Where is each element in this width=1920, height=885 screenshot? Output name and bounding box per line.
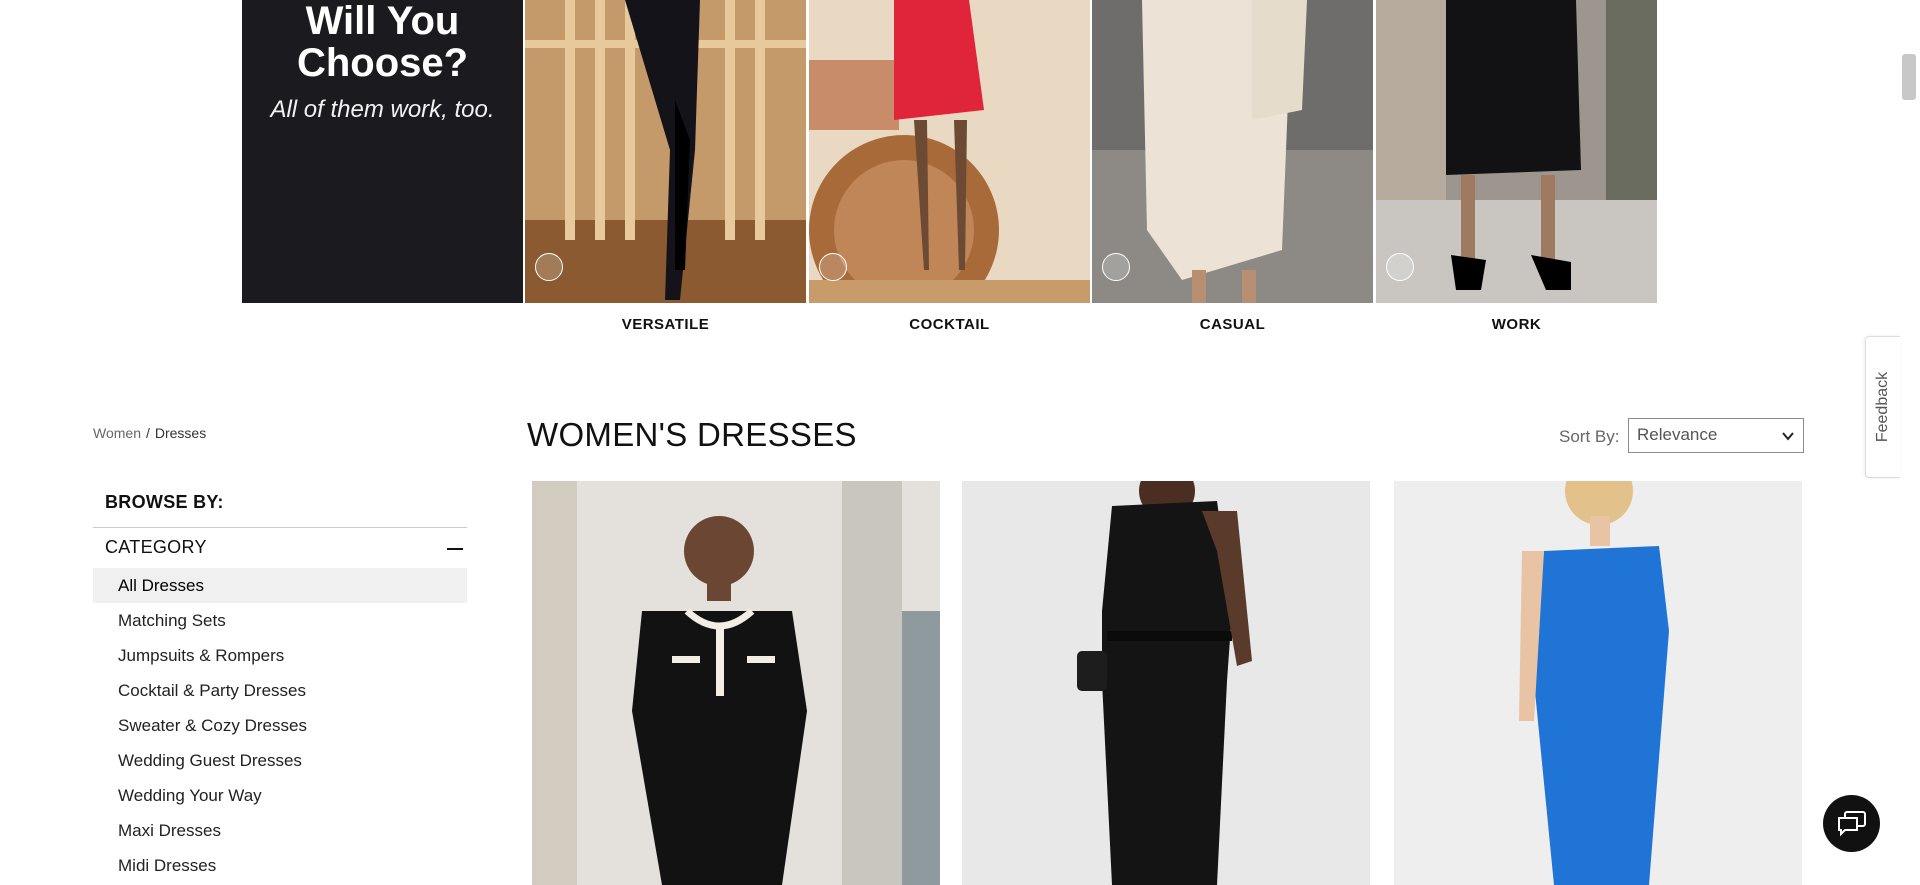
hero-tile-casual[interactable] [1092,0,1373,303]
page-title: WOMEN'S DRESSES [527,416,857,453]
versatile-photo [525,0,806,303]
category-item-matching-sets[interactable]: Matching Sets [93,603,467,638]
hero-tile-label-casual[interactable]: CASUAL [1092,316,1373,333]
work-photo [1376,0,1657,303]
blue-midi-dress-image [1394,481,1802,885]
sort-select[interactable]: Relevance [1628,418,1804,453]
hero-promo-line1: Will You [305,0,460,43]
circle-select-icon[interactable] [535,253,563,281]
hero-promo-line3: All of them work, too. [270,96,495,123]
category-item-sweater-cozy[interactable]: Sweater & Cozy Dresses [93,708,467,743]
product-card-1[interactable] [532,481,940,885]
sort-selected-value: Relevance [1637,425,1718,444]
black-knit-dress-image [532,481,940,885]
breadcrumb-separator: / [145,425,150,441]
category-item-wedding-your-way[interactable]: Wedding Your Way [93,778,467,813]
casual-photo [1092,0,1373,303]
hero-promo-panel: Will You Choose? All of them work, too. [242,0,523,303]
breadcrumb-current-dresses: Dresses [154,425,207,441]
feedback-label: Feedback [1874,371,1891,443]
circle-select-icon[interactable] [1102,253,1130,281]
category-item-all-dresses[interactable]: All Dresses [93,568,467,603]
circle-select-icon[interactable] [1386,253,1414,281]
hero-tile-work[interactable] [1376,0,1657,303]
breadcrumb: Women / Dresses [93,425,206,441]
sidebar-divider [93,527,467,528]
collapse-minus-icon[interactable] [447,548,463,550]
circle-select-icon[interactable] [819,253,847,281]
hero-tile-label-versatile[interactable]: VERSATILE [525,316,806,333]
category-heading[interactable]: CATEGORY [105,537,207,558]
hero-tile-label-cocktail[interactable]: COCKTAIL [809,316,1090,333]
category-list: All Dresses Matching Sets Jumpsuits & Ro… [93,568,467,883]
hero-tile-label-work[interactable]: WORK [1376,316,1657,333]
category-item-maxi-dresses[interactable]: Maxi Dresses [93,813,467,848]
chat-button[interactable] [1823,795,1880,852]
chevron-down-icon [1782,432,1794,441]
breadcrumb-link-women[interactable]: Women [93,425,141,441]
product-card-3[interactable] [1394,481,1802,885]
sort-label: Sort By: [1559,427,1620,446]
feedback-tab[interactable]: Feedback [1865,336,1900,478]
category-item-jumpsuits-rompers[interactable]: Jumpsuits & Rompers [93,638,467,673]
category-item-wedding-guest[interactable]: Wedding Guest Dresses [93,743,467,778]
hero-tile-cocktail[interactable] [809,0,1090,303]
chat-bubble-icon [1837,810,1866,836]
cocktail-photo [809,0,1090,303]
hero-tile-versatile[interactable] [525,0,806,303]
black-jumpsuit-image [962,481,1370,885]
scrollbar-thumb[interactable] [1902,54,1916,100]
hero-promo-line2: Choose? [296,41,469,85]
category-item-midi-dresses[interactable]: Midi Dresses [93,848,467,883]
browse-by-heading: BROWSE BY: [105,492,224,512]
product-card-2[interactable] [962,481,1370,885]
category-item-cocktail-party[interactable]: Cocktail & Party Dresses [93,673,467,708]
